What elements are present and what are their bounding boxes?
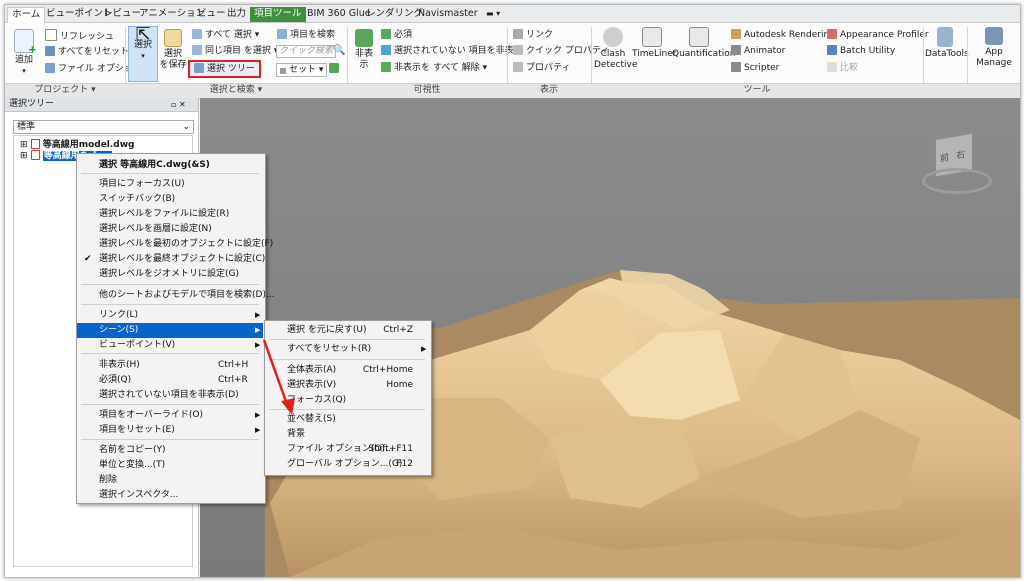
navisworks-window: ホーム ビューポイント レビュー アニメーション ビュー 出力 項目ツール BI… bbox=[4, 4, 1021, 578]
callout-arrow bbox=[262, 339, 295, 415]
